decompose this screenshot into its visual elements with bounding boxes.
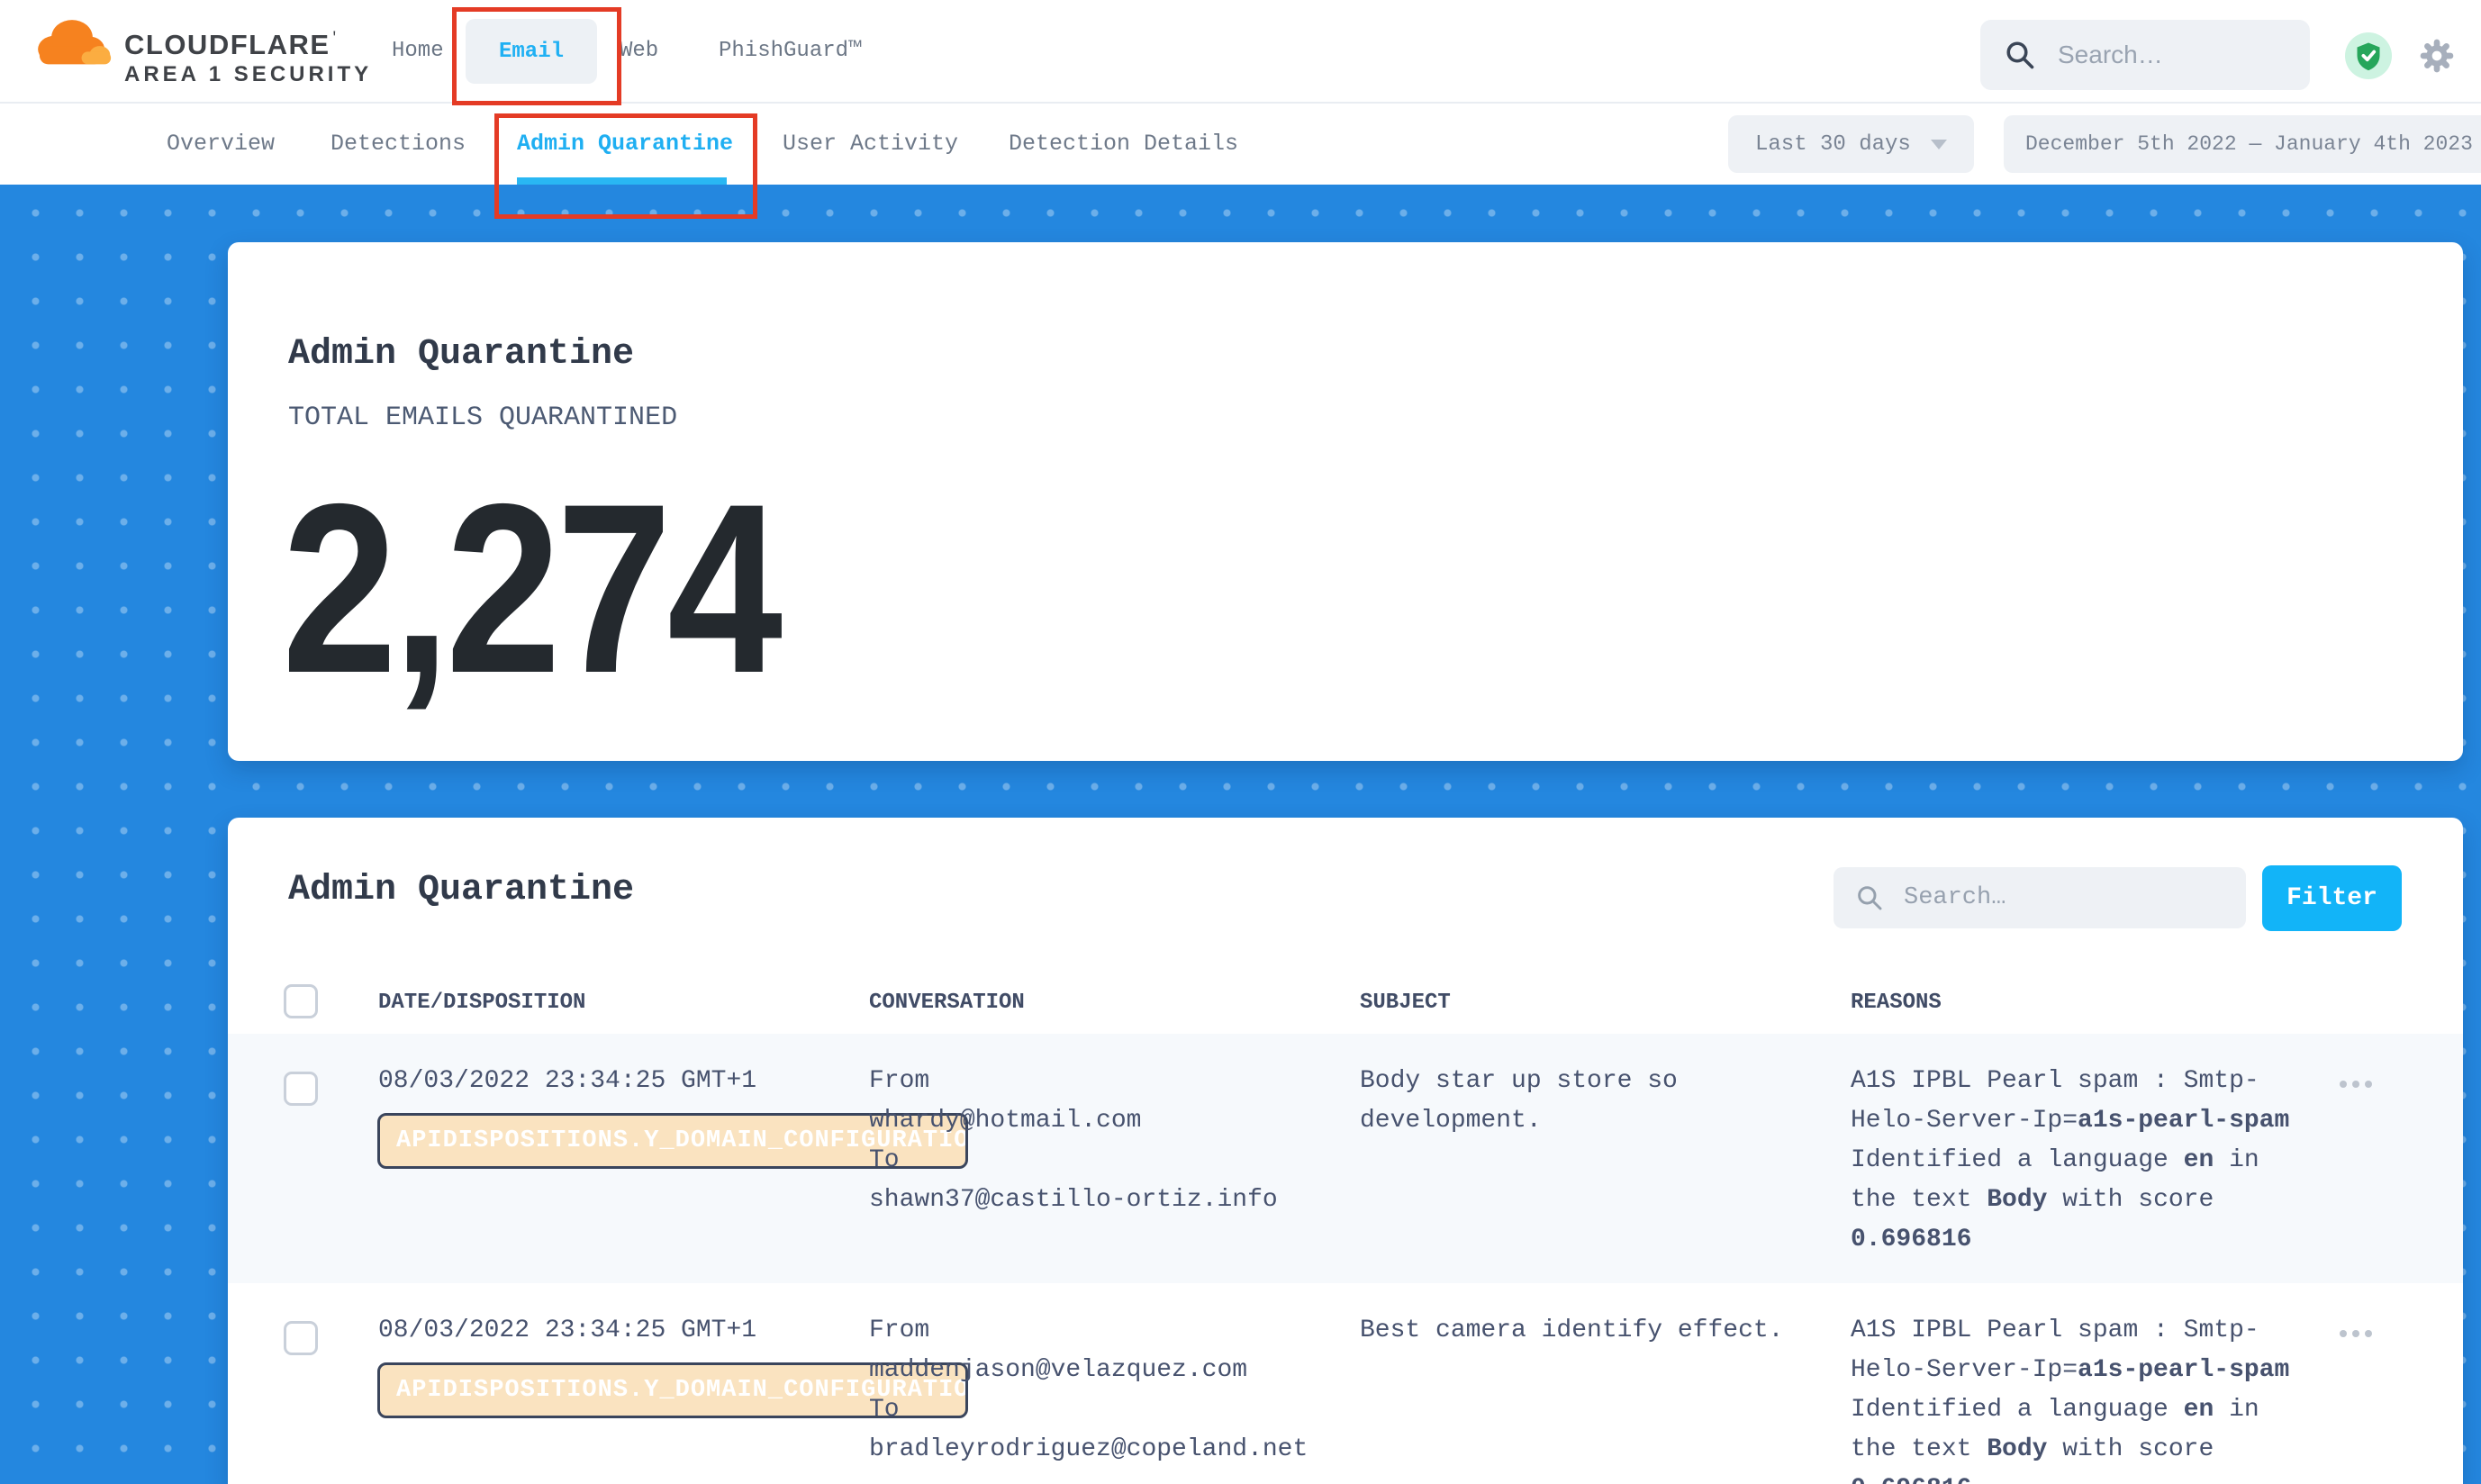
chevron-down-icon bbox=[1931, 140, 1947, 149]
metric-value: 2,274 bbox=[282, 467, 778, 709]
column-header-conversation: CONVERSATION bbox=[869, 991, 1025, 1015]
header-search-input[interactable]: Search… bbox=[1980, 20, 2310, 90]
nav-item-home[interactable]: Home bbox=[392, 0, 444, 102]
date-range-label: December 5th 2022 — January 4th 2023 bbox=[2025, 132, 2473, 156]
metric-label: TOTAL EMAILS QUARANTINED bbox=[288, 403, 677, 433]
select-all-checkbox[interactable] bbox=[284, 984, 318, 1018]
row-actions-ellipsis[interactable] bbox=[2340, 1330, 2372, 1337]
from-address: whardy@hotmail.com bbox=[869, 1101, 1319, 1141]
to-label: To bbox=[869, 1141, 1319, 1181]
cell-subject: Body star up store so development. bbox=[1360, 1062, 1810, 1141]
filter-button[interactable]: Filter bbox=[2262, 865, 2402, 931]
row-date: 08/03/2022 23:34:25 GMT+1 bbox=[378, 1062, 756, 1101]
table-row[interactable]: 08/03/2022 23:34:25 GMT+1 APIDISPOSITION… bbox=[228, 1034, 2463, 1283]
cell-reasons: A1S IPBL Pearl spam : Smtp-Helo-Server-I… bbox=[1851, 1311, 2307, 1484]
cell-conversation: From maddenjason@velazquez.com To bradle… bbox=[869, 1311, 1319, 1470]
protection-status-badge[interactable] bbox=[2345, 32, 2392, 79]
brand-name: CLOUDFLARE bbox=[124, 29, 330, 60]
search-icon bbox=[1855, 883, 1884, 912]
active-tab-underline bbox=[517, 177, 727, 185]
search-icon bbox=[2004, 39, 2036, 71]
brand-wordmark: CLOUDFLARE' AREA 1 SECURITY bbox=[124, 31, 372, 86]
tab-user-activity[interactable]: User Activity bbox=[783, 102, 958, 185]
row-checkbox[interactable] bbox=[284, 1072, 318, 1106]
quarantine-table-card: Admin Quarantine Search… Filter DATE/DIS… bbox=[228, 818, 2463, 1484]
app: CLOUDFLARE' AREA 1 SECURITY Home Email W… bbox=[0, 0, 2481, 1484]
row-date: 08/03/2022 23:34:25 GMT+1 bbox=[378, 1311, 756, 1351]
column-header-date-disposition: DATE/DISPOSITION bbox=[378, 991, 585, 1015]
from-label: From bbox=[869, 1311, 1319, 1351]
summary-card: Admin Quarantine TOTAL EMAILS QUARANTINE… bbox=[228, 242, 2463, 761]
to-label: To bbox=[869, 1390, 1319, 1430]
secondary-nav: Overview Detections Admin Quarantine Use… bbox=[0, 102, 2481, 185]
date-preset-dropdown[interactable]: Last 30 days bbox=[1728, 115, 1974, 173]
tab-detections[interactable]: Detections bbox=[330, 102, 466, 185]
date-range-field[interactable]: December 5th 2022 — January 4th 2023 bbox=[2004, 115, 2481, 173]
nav-item-email[interactable]: Email bbox=[466, 19, 597, 84]
brand-trademark: ' bbox=[330, 30, 340, 46]
cell-conversation: From whardy@hotmail.com To shawn37@casti… bbox=[869, 1062, 1319, 1220]
table-rows: 08/03/2022 23:34:25 GMT+1 APIDISPOSITION… bbox=[228, 1034, 2463, 1484]
column-header-reasons: REASONS bbox=[1851, 991, 1942, 1015]
table-row[interactable]: 08/03/2022 23:34:25 GMT+1 APIDISPOSITION… bbox=[228, 1283, 2463, 1484]
tab-detection-details[interactable]: Detection Details bbox=[1009, 102, 1238, 185]
summary-card-title: Admin Quarantine bbox=[288, 334, 634, 375]
date-preset-label: Last 30 days bbox=[1755, 132, 1911, 157]
cell-subject: Best camera identify effect. bbox=[1360, 1311, 1810, 1351]
nav-item-web[interactable]: Web bbox=[620, 0, 658, 102]
row-checkbox[interactable] bbox=[284, 1321, 318, 1355]
top-header: CLOUDFLARE' AREA 1 SECURITY Home Email W… bbox=[0, 0, 2481, 104]
header-search-placeholder: Search… bbox=[2058, 41, 2163, 69]
brand-subtitle: AREA 1 SECURITY bbox=[124, 64, 372, 86]
page-background: Admin Quarantine TOTAL EMAILS QUARANTINE… bbox=[0, 185, 2481, 1484]
from-label: From bbox=[869, 1062, 1319, 1101]
cell-reasons: A1S IPBL Pearl spam : Smtp-Helo-Server-I… bbox=[1851, 1062, 2307, 1260]
table-search-placeholder: Search… bbox=[1904, 884, 2006, 911]
to-address: bradleyrodriguez@copeland.net bbox=[869, 1430, 1319, 1470]
to-address: shawn37@castillo-ortiz.info bbox=[869, 1181, 1319, 1220]
nav-item-phishguard[interactable]: PhishGuard™ bbox=[719, 0, 861, 102]
cloudflare-logo-icon bbox=[32, 12, 112, 69]
tab-admin-quarantine[interactable]: Admin Quarantine bbox=[517, 102, 733, 185]
row-actions-ellipsis[interactable] bbox=[2340, 1081, 2372, 1088]
gear-icon[interactable] bbox=[2419, 38, 2455, 74]
from-address: maddenjason@velazquez.com bbox=[869, 1351, 1319, 1390]
tab-overview[interactable]: Overview bbox=[167, 102, 275, 185]
shield-check-icon bbox=[2355, 41, 2382, 71]
table-card-title: Admin Quarantine bbox=[288, 870, 634, 910]
column-header-subject: SUBJECT bbox=[1360, 991, 1451, 1015]
table-search-input[interactable]: Search… bbox=[1834, 867, 2246, 928]
